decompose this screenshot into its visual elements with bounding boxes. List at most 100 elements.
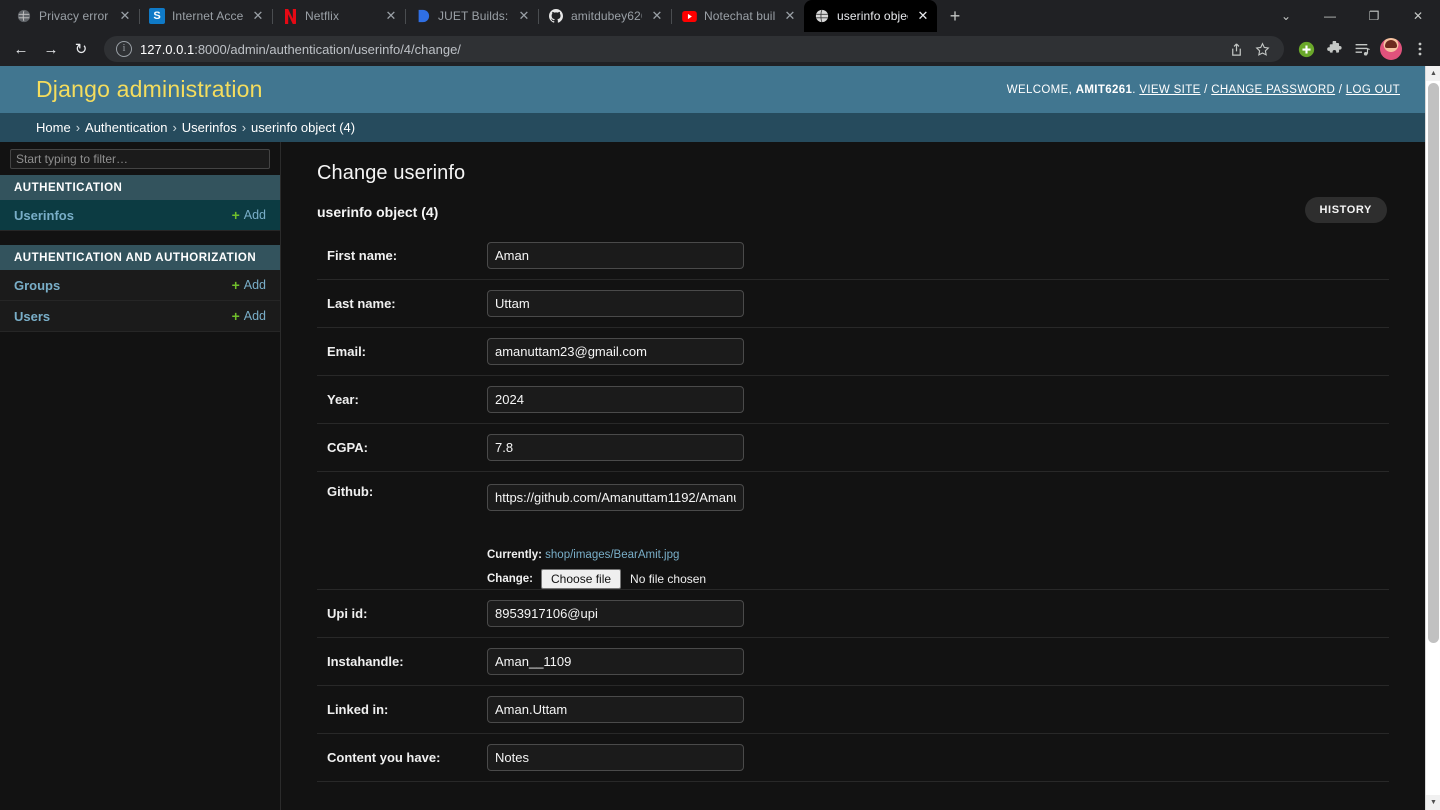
reload-icon[interactable]: ↻ <box>66 34 96 64</box>
github-input[interactable] <box>487 484 744 511</box>
back-icon[interactable]: ← <box>6 34 36 64</box>
log-out-link[interactable]: LOG OUT <box>1346 84 1400 96</box>
welcome-text: WELCOME, <box>1006 83 1073 96</box>
browser-tab-2[interactable]: Netflix ✕ <box>272 0 405 32</box>
globe-error-icon <box>16 8 32 24</box>
window-close-icon[interactable]: ✕ <box>1396 0 1440 32</box>
forward-icon[interactable]: → <box>36 34 66 64</box>
browser-tab-1[interactable]: S Internet Access Servic ✕ <box>139 0 272 32</box>
field-upi-id <box>487 600 1389 627</box>
tab-close-icon[interactable]: ✕ <box>782 8 798 24</box>
choose-file-button[interactable]: Choose file <box>541 569 622 589</box>
app-caption-authentication: AUTHENTICATION <box>0 175 280 200</box>
minimize-icon[interactable]: — <box>1308 0 1352 32</box>
field-year <box>487 386 1389 413</box>
tab-search-chevron-down-icon[interactable]: ⌄ <box>1264 0 1308 32</box>
sidebar-collapse-toggle[interactable]: « <box>0 646 3 663</box>
browser-tab-strip: Privacy error ✕ S Internet Access Servic… <box>0 0 1440 32</box>
label-last-name: Last name: <box>327 296 396 311</box>
field-instahandle <box>487 648 1389 675</box>
add-label: Add <box>243 309 266 323</box>
tab-close-icon[interactable]: ✕ <box>516 8 532 24</box>
content-you-have-input[interactable] <box>487 744 744 771</box>
label-year: Year: <box>327 392 359 407</box>
form-row-first-name: First name: <box>317 232 1389 280</box>
juet-icon <box>415 8 431 24</box>
tab-close-icon[interactable]: ✕ <box>649 8 665 24</box>
add-label: Add <box>243 208 266 222</box>
year-input[interactable] <box>487 386 744 413</box>
maximize-icon[interactable]: ❐ <box>1352 0 1396 32</box>
email-input[interactable] <box>487 338 744 365</box>
breadcrumb-home[interactable]: Home <box>36 120 71 135</box>
scroll-down-arrow-icon[interactable]: ▼ <box>1426 795 1440 810</box>
last-name-input[interactable] <box>487 290 744 317</box>
browser-tab-5[interactable]: Notechat build by tea ✕ <box>671 0 804 32</box>
linked-in-input[interactable] <box>487 696 744 723</box>
add-groups-link[interactable]: + Add <box>232 277 266 293</box>
history-button[interactable]: HISTORY <box>1304 197 1387 223</box>
new-tab-button[interactable]: + <box>941 2 969 30</box>
tab-title: JUET Builds: Dashboar <box>438 9 509 23</box>
field-github: Currently: shop/images/BearAmit.jpg Chan… <box>487 484 1389 589</box>
scroll-up-arrow-icon[interactable]: ▲ <box>1426 66 1440 81</box>
sidebar-item-groups[interactable]: Groups + Add <box>0 270 280 301</box>
sidebar-filter-input[interactable] <box>10 149 270 169</box>
breadcrumb-separator: › <box>75 120 81 135</box>
tab-close-icon[interactable]: ✕ <box>117 8 133 24</box>
browser-tab-0[interactable]: Privacy error ✕ <box>6 0 139 32</box>
address-bar[interactable]: i 127.0.0.1:8000/admin/authentication/us… <box>104 36 1284 62</box>
browser-tab-6-active[interactable]: userinfo object (4) | C ✕ <box>804 0 937 32</box>
share-icon[interactable] <box>1224 37 1248 61</box>
app-auth-and-authorization: AUTHENTICATION AND AUTHORIZATION Groups … <box>0 245 280 332</box>
add-userinfos-link[interactable]: + Add <box>232 207 266 223</box>
sidebar-item-users[interactable]: Users + Add <box>0 301 280 332</box>
page-title: Change userinfo <box>317 162 466 184</box>
tab-separator <box>139 9 140 24</box>
username: AMIT6261 <box>1075 83 1133 96</box>
profile-avatar[interactable] <box>1380 38 1402 60</box>
site-info-icon[interactable]: i <box>116 41 132 57</box>
scrollbar-thumb[interactable] <box>1428 83 1439 643</box>
breadcrumb-authentication[interactable]: Authentication <box>85 120 167 135</box>
github-icon <box>548 8 564 24</box>
change-password-link[interactable]: CHANGE PASSWORD <box>1211 84 1335 96</box>
browser-tab-3[interactable]: JUET Builds: Dashboar ✕ <box>405 0 538 32</box>
upi-id-input[interactable] <box>487 600 744 627</box>
label-first-name: First name: <box>327 248 398 263</box>
breadcrumb-userinfos[interactable]: Userinfos <box>182 120 237 135</box>
sidebar-item-label[interactable]: Userinfos <box>14 208 74 223</box>
currently-label: Currently: <box>487 549 542 561</box>
form-row-year: Year: <box>317 376 1389 424</box>
field-last-name <box>487 290 1389 317</box>
link-divider: / <box>1204 83 1208 96</box>
tab-separator <box>804 9 805 24</box>
reading-list-icon[interactable] <box>1348 34 1376 64</box>
field-cgpa <box>487 434 1389 461</box>
tab-close-icon[interactable]: ✕ <box>250 8 266 24</box>
page-scrollbar[interactable]: ▲ ▼ <box>1425 66 1440 810</box>
cgpa-input[interactable] <box>487 434 744 461</box>
file-change: Change: Choose file No file chosen <box>487 569 1389 589</box>
first-name-input[interactable] <box>487 242 744 269</box>
view-site-link[interactable]: VIEW SITE <box>1139 84 1200 96</box>
tab-close-icon[interactable]: ✕ <box>915 8 931 24</box>
no-file-chosen-text: No file chosen <box>630 572 707 586</box>
star-icon[interactable] <box>1250 37 1274 61</box>
tab-close-icon[interactable]: ✕ <box>383 8 399 24</box>
chrome-menu-icon[interactable] <box>1406 34 1434 64</box>
extensions-puzzle-icon[interactable] <box>1320 34 1348 64</box>
form-row-last-name: Last name: <box>317 280 1389 328</box>
browser-window: Privacy error ✕ S Internet Access Servic… <box>0 0 1440 810</box>
sidebar-item-label[interactable]: Groups <box>14 278 60 293</box>
sidebar-item-userinfos[interactable]: Userinfos + Add <box>0 200 280 231</box>
globe-icon <box>814 8 830 24</box>
main-content: Change userinfo HISTORY userinfo object … <box>281 142 1425 810</box>
tab-separator <box>405 9 406 24</box>
add-extension-icon[interactable] <box>1292 34 1320 64</box>
browser-tab-4[interactable]: amitdubey6261/Carpe ✕ <box>538 0 671 32</box>
current-file-link[interactable]: shop/images/BearAmit.jpg <box>545 549 679 561</box>
sidebar-item-label[interactable]: Users <box>14 309 50 324</box>
instahandle-input[interactable] <box>487 648 744 675</box>
add-users-link[interactable]: + Add <box>232 308 266 324</box>
